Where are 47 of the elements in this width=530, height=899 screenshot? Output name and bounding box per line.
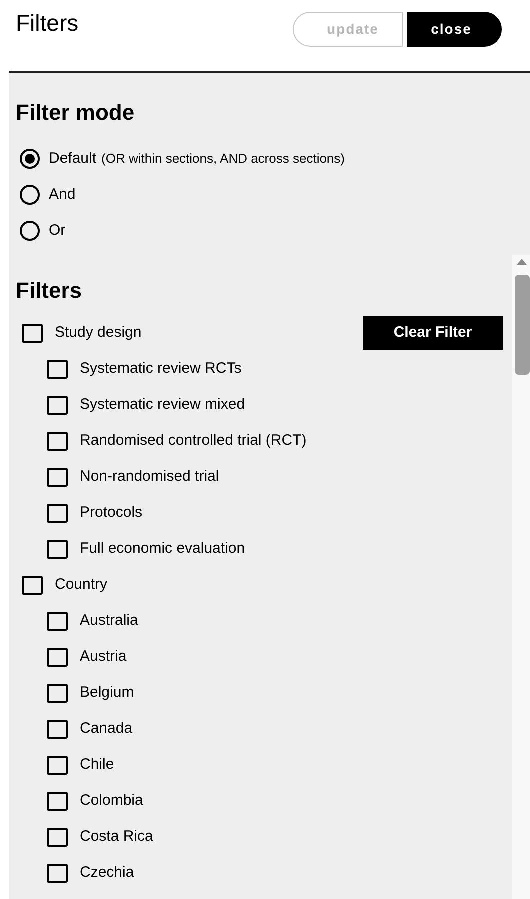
option-label[interactable]: Or: [49, 220, 66, 242]
option-note: (OR within sections, AND across sections): [102, 150, 345, 168]
checkbox[interactable]: [47, 432, 68, 450]
checkbox[interactable]: [22, 576, 43, 594]
checkbox-label[interactable]: Non-randomised trial: [80, 466, 220, 488]
checkbox-label[interactable]: Study design: [55, 322, 142, 344]
option-label[interactable]: And: [49, 184, 76, 206]
checkbox[interactable]: [47, 720, 68, 738]
section-heading: Filters: [16, 277, 84, 305]
checkbox-label[interactable]: Czechia: [80, 862, 134, 884]
checkbox-label[interactable]: Protocols: [80, 502, 143, 524]
option-label[interactable]: Default: [49, 148, 97, 170]
scrollbar[interactable]: [512, 255, 530, 899]
checkbox[interactable]: [47, 648, 68, 666]
checkbox[interactable]: [47, 612, 68, 630]
checkbox-label[interactable]: Austria: [80, 646, 127, 668]
checkbox[interactable]: [47, 396, 68, 414]
panel-title: Filters: [16, 9, 79, 38]
section-heading: Filter mode: [16, 99, 136, 127]
checkbox[interactable]: [47, 360, 68, 378]
close-button[interactable]: close: [407, 12, 502, 47]
checkbox-label[interactable]: Country: [55, 574, 108, 596]
checkbox[interactable]: [47, 684, 68, 702]
checkbox-label[interactable]: Systematic review mixed: [80, 394, 246, 416]
checkbox-label[interactable]: Colombia: [80, 790, 144, 812]
radio-button[interactable]: [20, 221, 40, 241]
checkbox-label[interactable]: Full economic evaluation: [80, 538, 246, 560]
radio-button[interactable]: [20, 149, 40, 169]
checkbox[interactable]: [47, 792, 68, 810]
checkbox-label[interactable]: Randomised controlled trial (RCT): [80, 430, 307, 452]
checkbox-label[interactable]: Belgium: [80, 682, 134, 704]
checkbox[interactable]: [22, 324, 43, 342]
scrollbar-thumb[interactable]: [515, 275, 530, 375]
checkbox-label[interactable]: Chile: [80, 754, 114, 776]
radio-button[interactable]: [20, 185, 40, 205]
checkbox[interactable]: [47, 864, 68, 882]
scroll-up-icon[interactable]: [517, 259, 527, 265]
clear-filter-button[interactable]: Clear Filter: [363, 316, 503, 350]
checkbox[interactable]: [47, 540, 68, 558]
checkbox-label[interactable]: Systematic review RCTs: [80, 358, 242, 380]
checkbox[interactable]: [47, 504, 68, 522]
checkbox-label[interactable]: Canada: [80, 718, 133, 740]
checkbox[interactable]: [47, 468, 68, 486]
checkbox[interactable]: [47, 828, 68, 846]
checkbox-label[interactable]: Costa Rica: [80, 826, 154, 848]
checkbox[interactable]: [47, 756, 68, 774]
checkbox-label[interactable]: Australia: [80, 610, 138, 632]
